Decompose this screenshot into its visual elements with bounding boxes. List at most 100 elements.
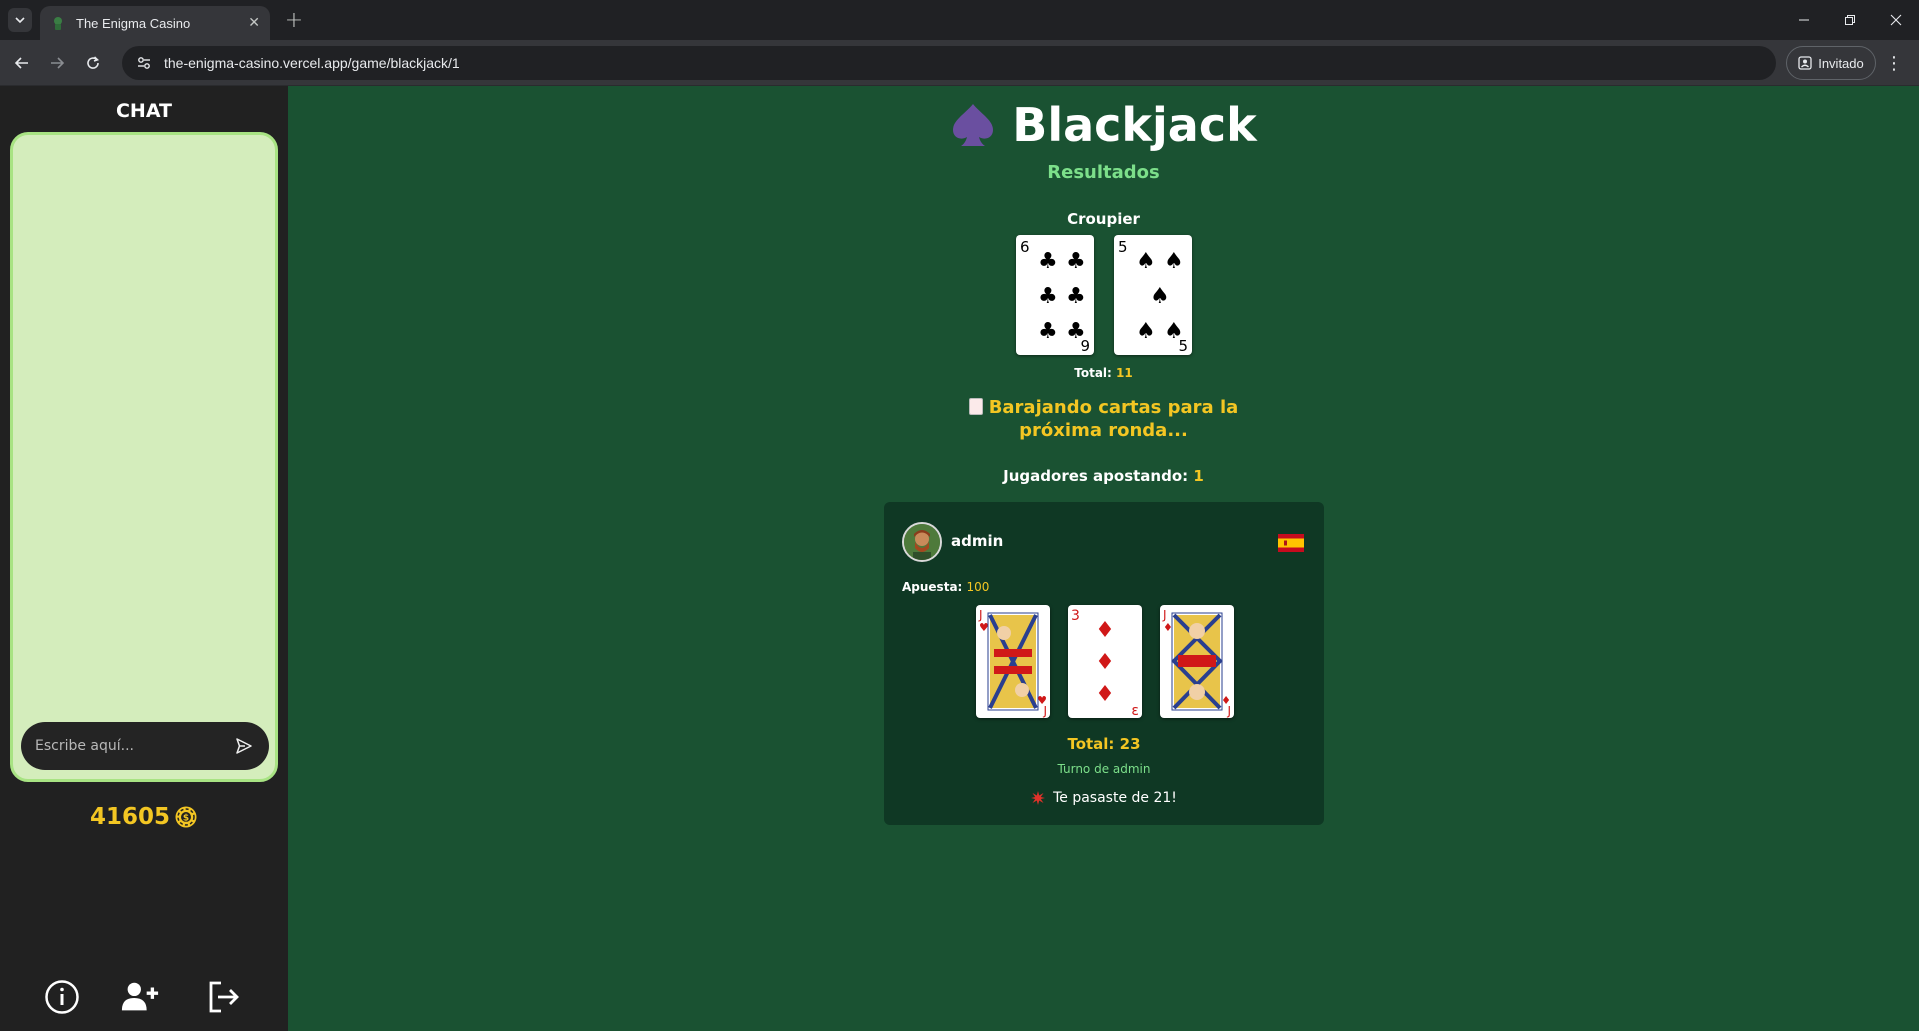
svg-text:♣: ♣ xyxy=(1038,284,1058,309)
coin-icon: $ xyxy=(175,806,197,828)
chat-title: CHAT xyxy=(115,100,173,122)
bet-label: Apuesta: xyxy=(902,580,963,594)
player-total: Total: 23 xyxy=(1067,735,1141,753)
svg-text:ɛ: ɛ xyxy=(1131,703,1139,718)
dealer-total-label: Total: xyxy=(1074,366,1112,380)
game-area: Blackjack Resultados Croupier 6 ♣ ♣ ♣ ♣ … xyxy=(288,86,1919,1031)
svg-text:♣: ♣ xyxy=(1066,284,1086,309)
minimize-button[interactable] xyxy=(1781,0,1827,40)
send-icon xyxy=(236,738,252,754)
chat-input-container xyxy=(21,722,269,770)
browser-menu-icon[interactable]: ⋮ xyxy=(1884,53,1904,74)
send-button[interactable] xyxy=(233,735,255,757)
forward-arrow-icon xyxy=(51,57,65,69)
chat-panel xyxy=(10,132,278,782)
address-bar[interactable]: the-enigma-casino.vercel.app/game/blackj… xyxy=(122,46,1776,80)
svg-text:♦: ♦ xyxy=(1163,621,1173,634)
new-tab-button[interactable]: + xyxy=(282,8,306,33)
chat-input[interactable] xyxy=(35,738,233,754)
minimize-icon xyxy=(1799,19,1809,21)
svg-text:J: J xyxy=(1162,608,1167,622)
dealer-total-value: 11 xyxy=(1116,366,1133,380)
svg-text:♦: ♦ xyxy=(1095,650,1115,675)
player-hand: J ♥ ♥ J 3 ♦ ♦ ♦ ɛ J ♦ ♦ J xyxy=(976,605,1236,719)
forward-button[interactable] xyxy=(42,48,72,78)
game-title: Blackjack xyxy=(1012,98,1257,152)
chevron-down-icon xyxy=(15,17,25,24)
svg-text:♠: ♠ xyxy=(1136,249,1156,274)
restore-button[interactable] xyxy=(1827,0,1873,40)
reload-icon xyxy=(87,56,100,69)
info-button[interactable] xyxy=(42,977,82,1017)
explosion-icon xyxy=(1031,791,1046,805)
svg-text:J: J xyxy=(978,608,983,622)
shuffle-line-1: Barajando cartas para la xyxy=(988,397,1239,418)
game-header: Blackjack xyxy=(288,98,1919,152)
balance-amount: 41605 xyxy=(89,804,171,830)
close-window-button[interactable] xyxy=(1873,0,1919,40)
url-text: the-enigma-casino.vercel.app/game/blackj… xyxy=(164,55,460,71)
back-button[interactable] xyxy=(7,48,37,78)
bet-amount: 100 xyxy=(966,580,990,594)
player-avatar-icon xyxy=(904,524,940,560)
add-friend-icon xyxy=(121,982,159,1011)
info-icon xyxy=(45,980,79,1014)
bust-message: Te pasaste de 21! xyxy=(884,790,1324,806)
players-betting: Jugadores apostando: 1 xyxy=(288,467,1919,485)
player-card-j-diamonds: J ♦ ♦ J xyxy=(1160,605,1234,718)
shuffle-line-2: próxima ronda... xyxy=(1019,420,1188,441)
restore-icon xyxy=(1845,15,1855,25)
back-arrow-icon xyxy=(14,57,28,69)
player-card-j-hearts: J ♥ ♥ J xyxy=(976,605,1050,718)
sidebar: CHAT 41605 $ xyxy=(0,86,288,1031)
casino-favicon-icon xyxy=(54,17,62,30)
svg-text:J: J xyxy=(1042,704,1047,718)
guest-profile-icon xyxy=(1798,56,1812,70)
svg-text:6: 6 xyxy=(1020,238,1030,256)
card-deck-icon xyxy=(968,398,983,415)
svg-text:9: 9 xyxy=(1080,337,1090,355)
player-panel: admin Apuesta: 100 J ♥ ♥ J 3 ♦ ♦ ♦ ɛ J ♦… xyxy=(884,502,1324,825)
dealer-card-5-spades: 5 ♠ ♠ ♠ ♠ ♠ 5 xyxy=(1114,235,1192,355)
reload-button[interactable] xyxy=(78,48,108,78)
turn-indicator: Turno de admin xyxy=(1057,762,1151,776)
svg-text:♠: ♠ xyxy=(1136,319,1156,344)
svg-text:3: 3 xyxy=(1071,608,1080,624)
site-settings-icon xyxy=(138,57,150,69)
svg-text:5: 5 xyxy=(1118,238,1128,256)
spade-icon xyxy=(953,104,994,146)
tab-close-icon[interactable]: ✕ xyxy=(248,15,260,31)
browser-tab-strip: The Enigma Casino ✕ + xyxy=(0,0,1919,40)
players-betting-count: 1 xyxy=(1193,467,1204,485)
svg-text:$: $ xyxy=(183,814,189,824)
svg-text:♦: ♦ xyxy=(1095,618,1115,643)
player-name: admin xyxy=(951,532,1004,550)
logout-icon xyxy=(209,981,239,1013)
svg-text:♦: ♦ xyxy=(1095,682,1115,707)
logout-button[interactable] xyxy=(204,977,244,1017)
player-card-3-diamonds: 3 ♦ ♦ ♦ ɛ xyxy=(1068,605,1142,718)
player-bet: Apuesta: 100 xyxy=(902,580,989,594)
svg-text:J: J xyxy=(1226,704,1231,718)
svg-text:♠: ♠ xyxy=(1164,249,1184,274)
bust-text: Te pasaste de 21! xyxy=(1053,790,1177,806)
close-icon xyxy=(1890,14,1902,26)
svg-text:♣: ♣ xyxy=(1038,249,1058,274)
svg-text:♠: ♠ xyxy=(1150,284,1170,309)
dealer-label: Croupier xyxy=(1067,210,1140,228)
profile-button[interactable]: Invitado xyxy=(1786,46,1876,80)
sidebar-actions xyxy=(0,971,288,1021)
svg-text:5: 5 xyxy=(1178,337,1188,355)
players-betting-label: Jugadores apostando: xyxy=(1003,467,1189,485)
dealer-total: Total: 11 xyxy=(288,366,1919,380)
shuffle-message: Barajando cartas para la próxima ronda..… xyxy=(288,396,1919,442)
dealer-card-6-clubs: 6 ♣ ♣ ♣ ♣ ♣ ♣ 9 xyxy=(1016,235,1094,355)
profile-label: Invitado xyxy=(1818,55,1864,71)
browser-tab[interactable]: The Enigma Casino ✕ xyxy=(40,6,270,40)
add-friend-button[interactable] xyxy=(120,977,160,1017)
tab-title: The Enigma Casino xyxy=(76,15,191,31)
browser-toolbar: the-enigma-casino.vercel.app/game/blackj… xyxy=(0,40,1919,86)
avatar xyxy=(902,522,942,562)
tab-search-button[interactable] xyxy=(8,8,32,32)
game-phase: Resultados xyxy=(1047,162,1160,183)
